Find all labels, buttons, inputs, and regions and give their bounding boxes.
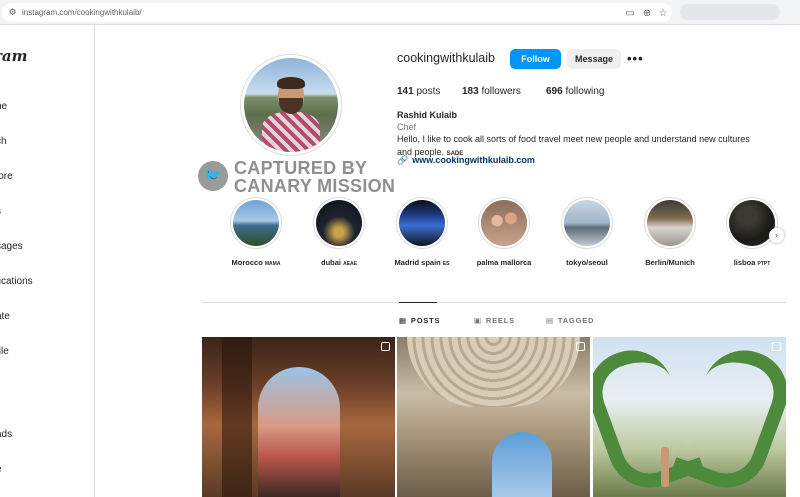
tab-reels[interactable]: ▣ REELS: [474, 316, 515, 325]
highlight-label: tokyo/seoul: [566, 258, 608, 267]
highlight-dubai[interactable]: dubai AEAE: [299, 197, 379, 267]
more-options-icon[interactable]: •••: [627, 51, 644, 66]
sidebar-item-create[interactable]: ate: [0, 311, 10, 322]
highlight-madrid-spain[interactable]: Madrid spain ES: [382, 197, 462, 267]
profile-avatar[interactable]: [240, 54, 342, 156]
canary-bird-icon: 🐦: [198, 161, 228, 191]
tagged-icon: ▤: [546, 316, 554, 325]
profile-username: cookingwithkulaib: [397, 51, 495, 65]
grid-icon: ▦: [399, 316, 407, 325]
reels-icon: ▣: [474, 316, 482, 325]
sidebar-item-reels[interactable]: s: [0, 206, 1, 217]
sidebar-item-notifications[interactable]: fications: [0, 276, 33, 287]
highlight-flag: AEAE: [343, 261, 357, 267]
sidebar: ram ne ch lore s sages fications ate fil…: [0, 25, 95, 497]
tab-label: TAGGED: [557, 316, 595, 325]
sidebar-item-explore[interactable]: lore: [0, 171, 13, 182]
sidebar-item-messages[interactable]: sages: [0, 241, 23, 252]
highlight-cover: [729, 200, 775, 246]
highlight-palma-mallorca[interactable]: palma mallorca: [464, 197, 544, 267]
sidebar-item-home[interactable]: ne: [0, 101, 7, 112]
message-button[interactable]: Message: [567, 49, 621, 69]
highlight-label: dubai: [321, 258, 341, 267]
profile-category: Chef: [397, 122, 417, 132]
zoom-icon[interactable]: ⊕: [640, 7, 654, 21]
highlight-tokyo-seoul[interactable]: tokyo/seoul: [547, 197, 627, 267]
carousel-icon: [381, 342, 390, 351]
browser-toolbar: ⚙ instagram.com/cookingwithkulaib/ ▭ ⊕ ☆: [0, 0, 800, 25]
following-stat[interactable]: 696 following: [546, 86, 604, 97]
post-tile[interactable]: [593, 337, 786, 497]
tabs-divider: [202, 302, 786, 303]
highlight-morocco[interactable]: Morocco MAMA: [216, 197, 296, 267]
highlight-cover: [316, 200, 362, 246]
link-icon: 🔗: [397, 155, 409, 165]
address-bar[interactable]: ⚙ instagram.com/cookingwithkulaib/ ▭ ⊕ ☆: [2, 3, 672, 22]
tab-label: REELS: [485, 316, 515, 325]
profile-full-name: Rashid Kulaib: [397, 110, 458, 120]
carousel-icon: [772, 342, 781, 351]
highlight-cover: [481, 200, 527, 246]
watermark-line-2: CANARY MISSION: [234, 176, 396, 196]
avatar-photo: [244, 58, 338, 152]
sidebar-item-more[interactable]: e: [0, 464, 2, 475]
sidebar-item-threads[interactable]: ads: [0, 429, 12, 440]
highlight-label: palma mallorca: [476, 258, 532, 267]
highlights-next-arrow-icon[interactable]: ›: [769, 228, 784, 243]
carousel-icon: [576, 342, 585, 351]
highlight-cover: [399, 200, 445, 246]
instagram-logo[interactable]: ram: [0, 47, 28, 65]
highlight-berlin-munich[interactable]: Berlin/Munich: [630, 197, 710, 267]
url-text[interactable]: instagram.com/cookingwithkulaib/: [22, 6, 142, 19]
posts-count: 141: [397, 86, 414, 97]
posts-count-stat: 141 posts: [397, 86, 440, 97]
highlight-cover: [647, 200, 693, 246]
bookmark-star-icon[interactable]: ☆: [656, 7, 670, 21]
highlight-flag: PTPT: [757, 261, 771, 267]
following-label: following: [565, 86, 605, 97]
highlight-flag: MAMA: [264, 261, 281, 267]
highlight-label: Berlin/Munich: [645, 258, 695, 267]
tab-label: POSTS: [410, 316, 441, 325]
active-tab-indicator: [399, 302, 437, 303]
followers-label: followers: [481, 86, 521, 97]
tab-tagged[interactable]: ▤ TAGGED: [546, 316, 594, 325]
highlight-flag: ES: [442, 261, 450, 267]
post-tile[interactable]: [202, 337, 395, 497]
highlight-label: Madrid spain: [394, 258, 441, 267]
sidebar-item-search[interactable]: ch: [0, 136, 7, 147]
posts-label: posts: [416, 86, 441, 97]
highlight-label: Morocco: [231, 258, 263, 267]
followers-count: 183: [462, 86, 479, 97]
site-settings-icon[interactable]: ⚙: [7, 7, 18, 18]
following-count: 696: [546, 86, 563, 97]
profile-link[interactable]: 🔗 www.cookingwithkulaib.com: [397, 155, 535, 166]
post-tile[interactable]: [397, 337, 590, 497]
sidebar-item-profile[interactable]: file: [0, 346, 9, 357]
highlight-cover: [233, 200, 279, 246]
highlight-label: lisboa: [733, 258, 756, 267]
screen-cast-icon[interactable]: ▭: [623, 7, 637, 21]
tab-posts[interactable]: ▦ POSTS: [399, 316, 440, 325]
browser-profile-chip[interactable]: [680, 4, 780, 20]
followers-stat[interactable]: 183 followers: [462, 86, 521, 97]
highlight-cover: [564, 200, 610, 246]
link-text[interactable]: www.cookingwithkulaib.com: [412, 155, 535, 165]
follow-button[interactable]: Follow: [510, 49, 561, 69]
